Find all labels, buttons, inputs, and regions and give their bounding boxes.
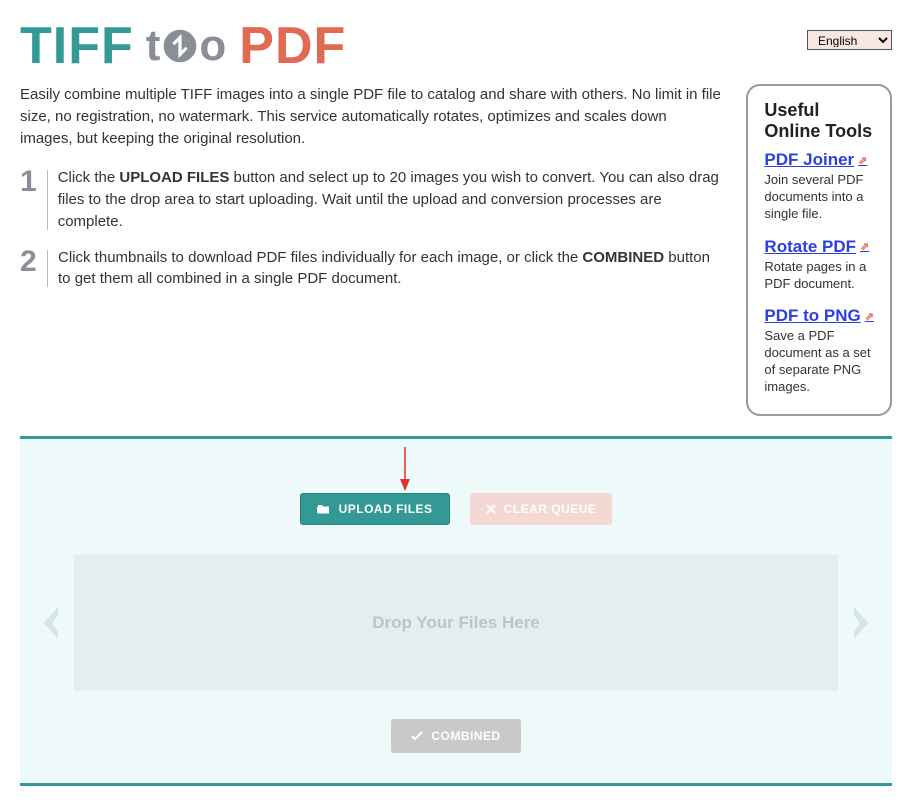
content-row: Easily combine multiple TIFF images into… [20, 84, 892, 416]
drop-area-row: Drop Your Files Here [20, 555, 892, 691]
tool-link-pdf-to-png[interactable]: PDF to PNG⇗ [764, 306, 874, 326]
upload-files-button[interactable]: UPLOAD FILES [300, 493, 450, 525]
button-row: UPLOAD FILES CLEAR QUEUE [20, 493, 892, 525]
tool-link-rotate-pdf[interactable]: Rotate PDF⇗ [764, 237, 869, 257]
upload-section: UPLOAD FILES CLEAR QUEUE Drop Your Files… [20, 436, 892, 786]
step-divider [47, 250, 48, 288]
sidebar-title: Useful Online Tools [764, 100, 874, 142]
intro-text: Easily combine multiple TIFF images into… [20, 84, 722, 149]
carousel-prev-button[interactable] [36, 601, 64, 645]
drop-zone-label: Drop Your Files Here [372, 613, 540, 633]
folder-open-icon [317, 503, 331, 515]
combined-row: COMBINED [20, 719, 892, 753]
logo-to: t o [146, 24, 228, 68]
check-icon [411, 731, 423, 741]
step-text: Click the UPLOAD FILES button and select… [58, 167, 723, 232]
tool-desc: Rotate pages in a PDF document. [764, 259, 874, 293]
step-2: 2 Click thumbnails to download PDF files… [20, 247, 722, 291]
tool-link-pdf-joiner[interactable]: PDF Joiner⇗ [764, 150, 867, 170]
logo-tiff: TIFF [20, 20, 134, 72]
step-text: Click thumbnails to download PDF files i… [58, 247, 722, 291]
step-1: 1 Click the UPLOAD FILES button and sele… [20, 167, 722, 232]
drop-zone[interactable]: Drop Your Files Here [74, 555, 838, 691]
convert-icon [163, 29, 197, 63]
logo: TIFF t o PDF [20, 20, 346, 72]
external-link-icon: ⇗ [858, 154, 867, 167]
combined-button[interactable]: COMBINED [391, 719, 520, 753]
clear-queue-button[interactable]: CLEAR QUEUE [470, 493, 613, 525]
step-divider [47, 170, 48, 229]
step-number: 2 [20, 247, 37, 291]
language-select[interactable]: English [807, 30, 892, 50]
tool-item: PDF Joiner⇗ Join several PDF documents i… [764, 150, 874, 223]
pointer-arrow-icon [398, 445, 412, 496]
sidebar-tools: Useful Online Tools PDF Joiner⇗ Join sev… [746, 84, 892, 416]
tool-desc: Join several PDF documents into a single… [764, 172, 874, 223]
close-icon [486, 504, 496, 514]
tool-desc: Save a PDF document as a set of separate… [764, 328, 874, 396]
carousel-next-button[interactable] [848, 601, 876, 645]
external-link-icon: ⇗ [860, 240, 869, 253]
header: TIFF t o PDF English [20, 20, 892, 72]
logo-pdf: PDF [239, 20, 346, 72]
main-content: Easily combine multiple TIFF images into… [20, 84, 722, 416]
tool-item: Rotate PDF⇗ Rotate pages in a PDF docume… [764, 237, 874, 293]
tool-item: PDF to PNG⇗ Save a PDF document as a set… [764, 306, 874, 396]
external-link-icon: ⇗ [865, 310, 874, 323]
step-number: 1 [20, 167, 37, 232]
